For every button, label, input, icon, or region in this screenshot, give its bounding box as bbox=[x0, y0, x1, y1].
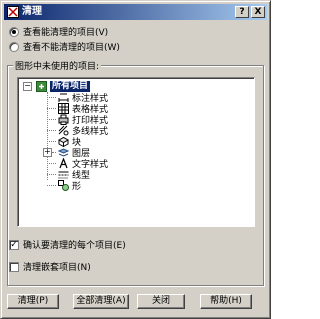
tree-branch bbox=[52, 152, 56, 153]
dimension-style-icon bbox=[58, 93, 69, 102]
purge-nested-option[interactable]: 清理嵌套项目(N) bbox=[9, 260, 91, 273]
multiline-style-icon bbox=[58, 125, 69, 136]
tree-item-multiline-style[interactable]: 多线样式 bbox=[58, 125, 108, 137]
help-button[interactable]: 帮助(H) bbox=[200, 294, 252, 309]
all-items-icon bbox=[36, 81, 47, 92]
collapse-root-toggle[interactable]: − bbox=[23, 82, 32, 91]
app-icon bbox=[7, 6, 19, 18]
tree-branch bbox=[47, 141, 56, 142]
close-title-button[interactable]: X bbox=[251, 6, 265, 18]
tree-branch bbox=[47, 174, 56, 175]
purge-nested-checkbox[interactable] bbox=[9, 261, 19, 272]
plot-style-icon bbox=[58, 114, 69, 125]
purge-dialog: 清理 ? X 查看能清理的项目(V) 查看不能清理的项目(W) 图形中未使用的项… bbox=[0, 0, 271, 319]
text-style-icon bbox=[59, 158, 68, 169]
purge-all-button[interactable]: 全部清理(A) bbox=[73, 294, 129, 309]
view-purgeable-label: 查看能清理的项目(V) bbox=[23, 28, 109, 38]
tree-branch bbox=[47, 119, 56, 120]
tree-branch bbox=[47, 97, 56, 98]
help-title-button[interactable]: ? bbox=[235, 6, 249, 18]
radio-view-purgeable[interactable] bbox=[9, 26, 19, 37]
view-unpurgeable-label: 查看不能清理的项目(W) bbox=[23, 43, 120, 53]
confirm-each-label: 确认要清理的每个项目(E) bbox=[23, 241, 126, 251]
title-bar[interactable]: 清理 ? X bbox=[4, 4, 267, 20]
expand-layer-toggle[interactable]: + bbox=[43, 148, 52, 157]
layer-icon bbox=[58, 148, 69, 157]
dialog-title: 清理 bbox=[22, 6, 42, 17]
purge-nested-label: 清理嵌套项目(N) bbox=[23, 263, 91, 273]
shape-icon bbox=[58, 180, 69, 191]
tree-item-shape[interactable]: 形 bbox=[58, 180, 81, 192]
confirm-each-checkbox[interactable]: ✓ bbox=[9, 239, 19, 250]
linetype-icon bbox=[58, 171, 69, 179]
tree-branch bbox=[47, 185, 56, 186]
table-style-icon bbox=[58, 103, 69, 114]
purge-button[interactable]: 清理(P) bbox=[7, 294, 59, 309]
confirm-each-option[interactable]: ✓ 确认要清理的每个项目(E) bbox=[9, 238, 126, 251]
tree-branch bbox=[47, 163, 56, 164]
radio-view-unpurgeable[interactable] bbox=[9, 41, 19, 52]
items-tree[interactable]: − 所有项目 标注样式 表格样式 打印样式 多线样式 块 + 图层 文字样式 线… bbox=[17, 77, 255, 227]
tree-branch bbox=[47, 130, 56, 131]
tree-branch bbox=[47, 108, 56, 109]
tree-guide-line bbox=[47, 92, 48, 180]
view-purgeable-option[interactable]: 查看能清理的项目(V) bbox=[9, 25, 108, 38]
group-title: 图形中未使用的项目: bbox=[13, 59, 102, 72]
view-unpurgeable-option[interactable]: 查看不能清理的项目(W) bbox=[9, 40, 120, 53]
block-icon bbox=[58, 136, 69, 147]
close-button[interactable]: 关闭 bbox=[137, 294, 185, 309]
